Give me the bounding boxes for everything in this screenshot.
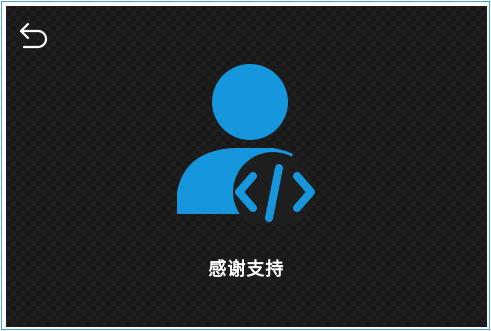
support-screen: 感谢支持 bbox=[6, 6, 487, 327]
back-arrow-icon bbox=[19, 22, 48, 49]
window-frame: 感谢支持 bbox=[1, 1, 490, 330]
back-button[interactable] bbox=[16, 18, 50, 52]
developer-user-code-icon bbox=[175, 64, 331, 224]
thanks-caption: 感谢支持 bbox=[208, 259, 285, 280]
